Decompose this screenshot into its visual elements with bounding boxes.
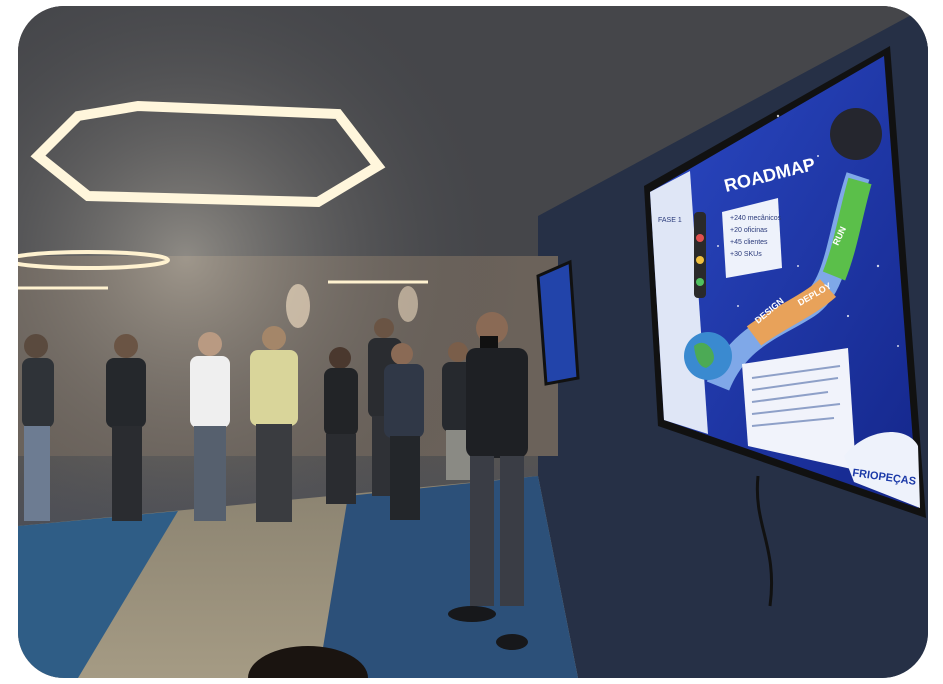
floor-carpet-right bbox=[318, 476, 578, 678]
stat-4: +30 SKUs bbox=[730, 251, 762, 258]
presentation-scene: FASE 1 ROADMAP +240 mecânicos +20 oficin… bbox=[18, 6, 928, 678]
stat-2: +20 oficinas bbox=[730, 227, 768, 234]
wall-light bbox=[286, 284, 310, 328]
screen-left-panel-title: FASE 1 bbox=[658, 217, 682, 224]
moon-icon bbox=[830, 108, 882, 160]
person bbox=[106, 334, 146, 521]
wall-light bbox=[398, 286, 418, 322]
person bbox=[324, 347, 358, 504]
person bbox=[22, 334, 54, 521]
photo-frame: FASE 1 ROADMAP +240 mecânicos +20 oficin… bbox=[18, 6, 928, 678]
secondary-screen bbox=[536, 259, 580, 386]
person bbox=[190, 332, 230, 521]
stat-3: +45 clientes bbox=[730, 239, 768, 246]
stat-1: +240 mecânicos bbox=[730, 215, 782, 222]
stats-box bbox=[722, 198, 782, 278]
person bbox=[384, 343, 424, 520]
person bbox=[250, 326, 298, 522]
